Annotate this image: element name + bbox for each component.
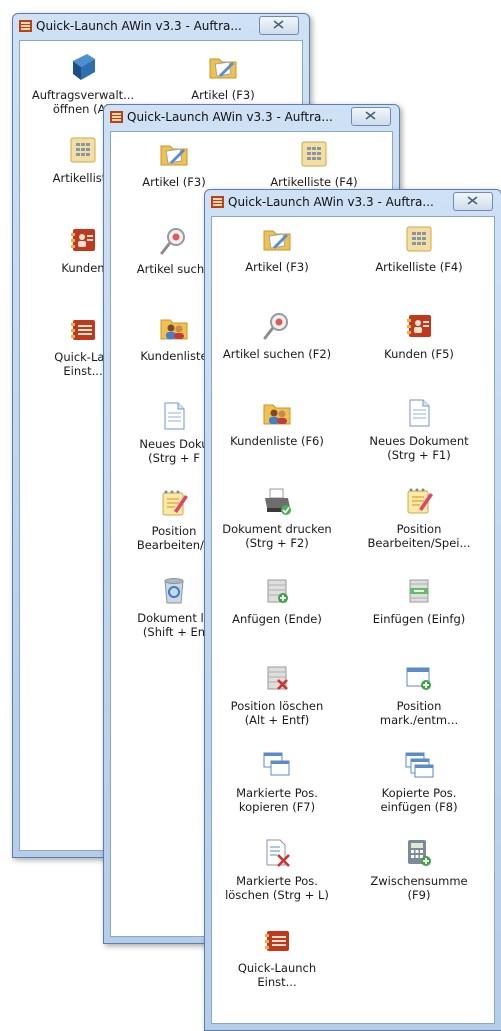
tile-quick-launch-einst[interactable]: Quick-Launch Einst... bbox=[214, 924, 340, 989]
window-title: Quick-Launch AWin v3.3 - Auftra... bbox=[127, 110, 333, 124]
tile-artikelliste[interactable]: Artikelliste (F4) bbox=[356, 223, 482, 274]
windows-copy-icon bbox=[263, 752, 290, 776]
tile-anfuegen[interactable]: Anfügen (Ende) bbox=[214, 575, 340, 626]
close-icon bbox=[273, 20, 284, 29]
tile-kopierte-einfuegen[interactable]: Kopierte Pos. einfügen (F8) bbox=[356, 749, 482, 814]
folder-edit-icon bbox=[160, 145, 188, 166]
folder-edit-icon bbox=[263, 230, 291, 251]
tile-artikel[interactable]: Artikel (F3) bbox=[111, 138, 237, 189]
tile-label: Position mark./entm... bbox=[379, 699, 459, 727]
close-icon bbox=[467, 196, 478, 205]
tile-label: Artikel (F3) bbox=[191, 88, 255, 102]
tile-neues-dokument[interactable]: Neues Dokument (Strg + F1) bbox=[356, 397, 482, 462]
tile-position-loeschen[interactable]: Position löschen (Alt + Entf) bbox=[214, 662, 340, 727]
tile-markierte-loeschen[interactable]: Markierte Pos. löschen (Strg + L) bbox=[214, 837, 340, 902]
row-delete-icon bbox=[267, 666, 288, 690]
tile-label: Position Bearbeiten/Spei... bbox=[367, 522, 471, 550]
tile-label: Kundenliste (F6) bbox=[230, 434, 324, 448]
title-bar[interactable]: Quick-Launch AWin v3.3 - Auftra... bbox=[104, 105, 399, 131]
app-icon bbox=[19, 20, 32, 32]
contact-card-icon bbox=[71, 229, 95, 251]
tile-label: Einfügen (Einfg) bbox=[372, 612, 466, 626]
tile-label: Artikelliste (F4) bbox=[375, 260, 463, 274]
tile-label: Artikel suchen (F2) bbox=[222, 347, 332, 361]
launcher-panel: Artikel (F3) Artikelliste (F4) Artikel s… bbox=[211, 216, 495, 1024]
tile-label: Artikel (F3) bbox=[245, 260, 309, 274]
settings-card-icon bbox=[71, 320, 95, 340]
app-icon bbox=[110, 111, 123, 123]
tile-zwischensumme[interactable]: Zwischensumme (F9) bbox=[356, 837, 482, 902]
trash-icon bbox=[164, 578, 184, 604]
list-folder-icon bbox=[406, 226, 432, 252]
window-mark-icon bbox=[406, 667, 431, 690]
tile-position-markieren[interactable]: Position mark./entm... bbox=[356, 662, 482, 727]
list-delete-icon bbox=[266, 839, 290, 867]
tile-artikel-suchen[interactable]: Artikel suchen (F2) bbox=[214, 310, 340, 361]
tile-label: Artikel (F3) bbox=[142, 175, 206, 189]
magnifier-icon bbox=[263, 313, 288, 340]
window-title: Quick-Launch AWin v3.3 - Auftra... bbox=[36, 19, 242, 33]
close-button[interactable] bbox=[351, 107, 391, 126]
tile-label: Zwischensumme (F9) bbox=[370, 874, 468, 902]
tile-label: Neues Dokument (Strg + F1) bbox=[369, 434, 469, 462]
tile-label: Artikelliste (F4) bbox=[270, 175, 358, 189]
title-bar[interactable]: Quick-Launch AWin v3.3 - Auftra... bbox=[13, 14, 309, 40]
close-button[interactable] bbox=[259, 16, 299, 35]
close-button[interactable] bbox=[453, 192, 493, 211]
tile-artikel[interactable]: Artikel (F3) bbox=[214, 223, 340, 274]
tile-position-bearbeiten[interactable]: Position Bearbeiten/Spei... bbox=[356, 485, 482, 550]
row-add-icon bbox=[267, 579, 288, 603]
calculator-icon bbox=[408, 840, 431, 866]
tile-einfuegen[interactable]: Einfügen (Einfg) bbox=[356, 575, 482, 626]
printer-icon bbox=[265, 488, 291, 515]
customers-folder-icon bbox=[263, 404, 291, 425]
tile-label: Markierte Pos. kopieren (F7) bbox=[236, 786, 318, 814]
list-folder-icon bbox=[301, 141, 327, 167]
tile-dokument-drucken[interactable]: Dokument drucken (Strg + F2) bbox=[214, 485, 340, 550]
tile-label: Kopierte Pos. einfügen (F8) bbox=[380, 786, 458, 814]
book-icon bbox=[73, 54, 95, 80]
app-icon bbox=[211, 196, 224, 208]
title-bar[interactable]: Quick-Launch AWin v3.3 - Auftra... bbox=[205, 190, 501, 216]
row-insert-icon bbox=[409, 579, 429, 603]
tile-label: Position löschen (Alt + Entf) bbox=[230, 699, 324, 727]
customers-folder-icon bbox=[160, 319, 188, 340]
magnifier-icon bbox=[160, 228, 185, 255]
folder-edit-icon bbox=[209, 58, 237, 79]
tile-label: Dokument drucken (Strg + F2) bbox=[222, 522, 332, 550]
document-icon bbox=[409, 399, 430, 427]
tile-artikel[interactable]: Artikel (F3) bbox=[160, 51, 286, 102]
tile-markierte-kopieren[interactable]: Markierte Pos. kopieren (F7) bbox=[214, 749, 340, 814]
tile-kunden[interactable]: Kunden (F5) bbox=[356, 310, 482, 361]
quick-launch-window-3[interactable]: Quick-Launch AWin v3.3 - Auftra... Artik… bbox=[204, 189, 501, 1031]
windows-paste-icon bbox=[405, 752, 434, 778]
edit-notepad-icon bbox=[162, 490, 188, 516]
close-icon bbox=[365, 111, 376, 120]
tile-label: Kunden (F5) bbox=[384, 347, 454, 361]
contact-card-icon bbox=[407, 315, 431, 337]
tile-label: Quick-Launch Einst... bbox=[237, 961, 317, 989]
document-icon bbox=[164, 402, 185, 430]
edit-notepad-icon bbox=[407, 488, 433, 514]
tile-artikelliste[interactable]: Artikelliste (F4) bbox=[251, 138, 377, 189]
settings-card-icon bbox=[265, 931, 289, 951]
tile-kundenliste[interactable]: Kundenliste (F6) bbox=[214, 397, 340, 448]
list-folder-icon bbox=[70, 137, 96, 163]
window-title: Quick-Launch AWin v3.3 - Auftra... bbox=[228, 195, 434, 209]
tile-label: Anfügen (Ende) bbox=[232, 612, 322, 626]
tile-label: Markierte Pos. löschen (Strg + L) bbox=[225, 874, 329, 902]
